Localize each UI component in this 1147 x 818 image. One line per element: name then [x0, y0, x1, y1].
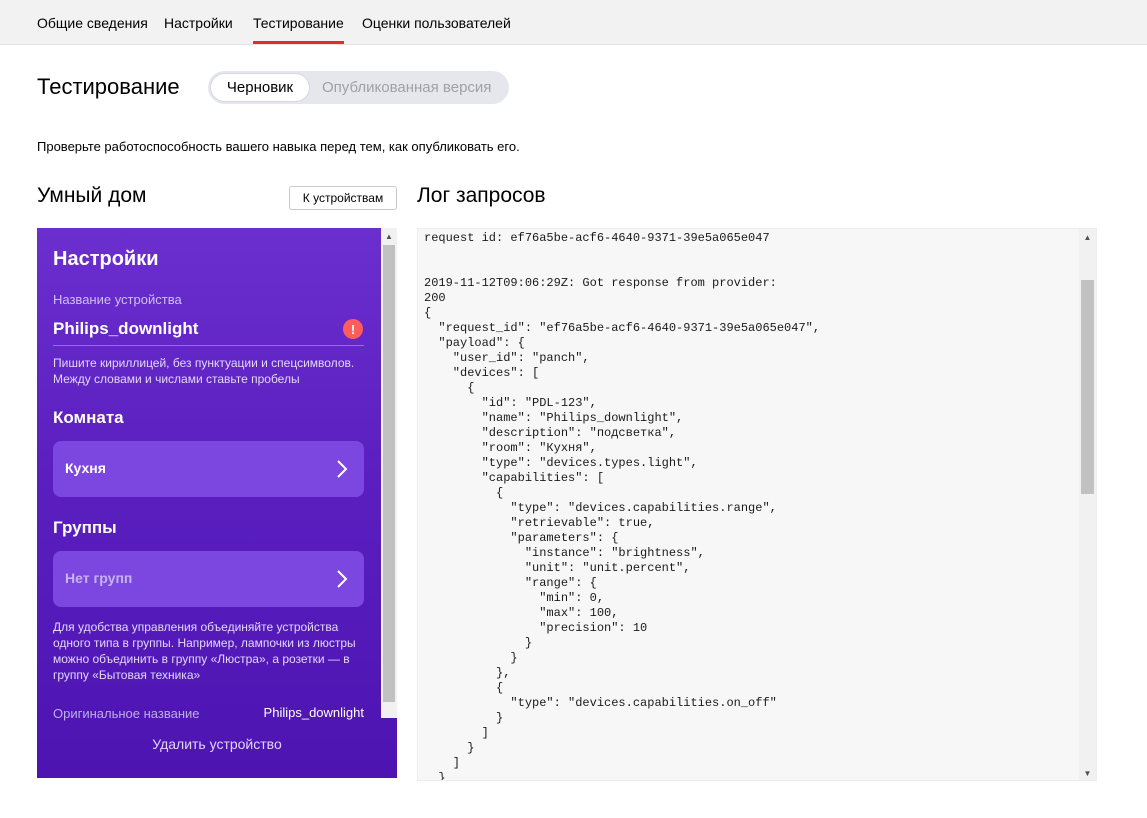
original-name-label: Оригинальное название	[53, 706, 200, 721]
log-title: Лог запросов	[417, 184, 546, 207]
chevron-right-icon	[337, 570, 348, 588]
request-log[interactable]: request id: ef76a5be-acf6-4640-9371-39e5…	[417, 228, 1097, 781]
room-title: Комната	[53, 408, 124, 427]
scroll-up-icon[interactable]: ▲	[1079, 229, 1096, 246]
groups-hint: Для удобства управления объединяйте устр…	[53, 620, 356, 682]
groups-title: Группы	[53, 518, 117, 537]
groups-value: Нет групп	[65, 570, 133, 586]
groups-selector[interactable]: Нет групп	[53, 551, 364, 607]
panel-title: Настройки	[53, 248, 159, 270]
room-selector[interactable]: Кухня	[53, 441, 364, 497]
room-value: Кухня	[65, 460, 106, 476]
device-name-field[interactable]: Philips_downlight	[53, 319, 198, 339]
draft-option[interactable]: Черновик	[210, 73, 310, 102]
warning-icon: !	[343, 319, 363, 339]
page-title: Тестирование	[37, 74, 180, 99]
top-nav: Общие сведения Настройки Тестирование Оц…	[0, 0, 1147, 45]
version-switch: Черновик Опубликованная версия	[208, 71, 509, 104]
tab-testing[interactable]: Тестирование	[253, 15, 344, 44]
log-content: request id: ef76a5be-acf6-4640-9371-39e5…	[424, 231, 821, 781]
published-option[interactable]: Опубликованная версия	[322, 71, 491, 104]
intro-text: Проверьте работоспособность вашего навык…	[37, 139, 520, 154]
scrollbar-thumb[interactable]	[383, 245, 395, 702]
original-name-value: Philips_downlight	[263, 705, 364, 720]
device-name-hint: Пишите кириллицей, без пунктуации и спец…	[53, 356, 355, 386]
name-field-underline	[53, 345, 364, 346]
smart-home-title: Умный дом	[37, 184, 147, 207]
panel-scrollbar[interactable]: ▲	[381, 228, 397, 718]
scroll-down-icon[interactable]: ▼	[1079, 765, 1096, 780]
chevron-right-icon	[337, 460, 348, 478]
delete-device-button[interactable]: Удалить устройство	[37, 736, 397, 752]
to-devices-button[interactable]: К устройствам	[289, 186, 397, 210]
log-scrollbar[interactable]: ▲ ▼	[1079, 229, 1096, 780]
tab-settings[interactable]: Настройки	[164, 15, 233, 31]
device-settings-panel: Настройки Название устройства Philips_do…	[37, 228, 397, 778]
tab-user-ratings[interactable]: Оценки пользователей	[362, 15, 511, 31]
scroll-up-icon[interactable]: ▲	[381, 228, 397, 244]
tab-general-info[interactable]: Общие сведения	[37, 15, 148, 31]
scrollbar-thumb[interactable]	[1081, 280, 1094, 494]
device-name-label: Название устройства	[53, 292, 182, 307]
